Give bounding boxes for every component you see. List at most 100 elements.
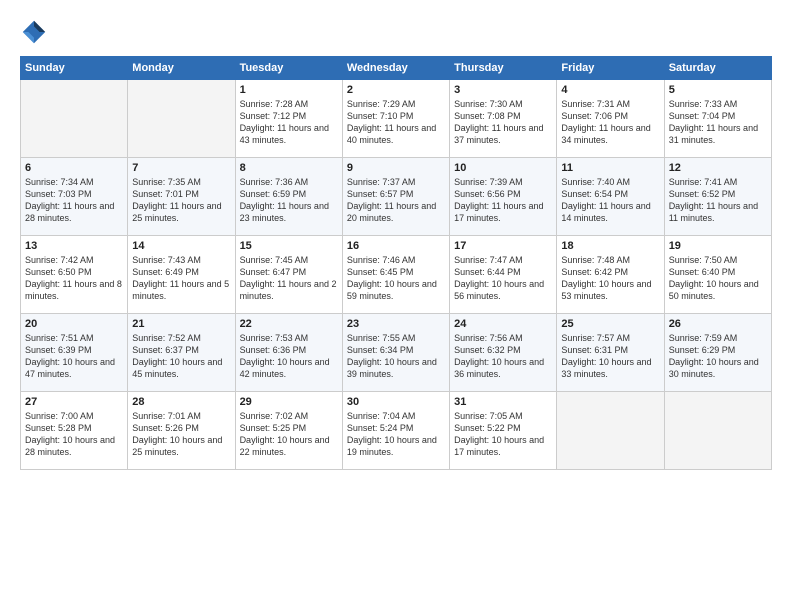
calendar-cell: 5 Sunrise: 7:33 AM Sunset: 7:04 PM Daylig…	[664, 80, 771, 158]
day-number: 29	[240, 396, 338, 408]
week-row-3: 13 Sunrise: 7:42 AM Sunset: 6:50 PM Dayli…	[21, 236, 772, 314]
calendar-cell: 28 Sunrise: 7:01 AM Sunset: 5:26 PM Dayli…	[128, 392, 235, 470]
cell-info: Sunrise: 7:28 AM Sunset: 7:12 PM Dayligh…	[240, 98, 338, 147]
calendar-cell: 3Sunrise: 7:30 AM Sunset: 7:08 PM Daylig…	[450, 80, 557, 158]
calendar-cell	[664, 392, 771, 470]
cell-info: Sunrise: 7:31 AM Sunset: 7:06 PM Dayligh…	[561, 98, 659, 147]
day-number: 16	[347, 240, 445, 252]
week-row-5: 27 Sunrise: 7:00 AM Sunset: 5:28 PM Dayli…	[21, 392, 772, 470]
day-number: 22	[240, 318, 338, 330]
calendar-cell: 1 Sunrise: 7:28 AM Sunset: 7:12 PM Daylig…	[235, 80, 342, 158]
cell-info: Sunrise: 7:02 AM Sunset: 5:25 PM Dayligh…	[240, 410, 338, 459]
day-number: 15	[240, 240, 338, 252]
day-number: 23	[347, 318, 445, 330]
cell-info: Sunrise: 7:41 AM Sunset: 6:52 PM Dayligh…	[669, 176, 767, 225]
day-number: 27	[25, 396, 123, 408]
cell-info: Sunrise: 7:43 AM Sunset: 6:49 PM Dayligh…	[132, 254, 230, 303]
cell-info: Sunrise: 7:48 AM Sunset: 6:42 PM Dayligh…	[561, 254, 659, 303]
cell-info: Sunrise: 7:04 AM Sunset: 5:24 PM Dayligh…	[347, 410, 445, 459]
calendar-cell: 14 Sunrise: 7:43 AM Sunset: 6:49 PM Dayli…	[128, 236, 235, 314]
calendar-cell: 2 Sunrise: 7:29 AM Sunset: 7:10 PM Daylig…	[342, 80, 449, 158]
calendar-cell: 24 Sunrise: 7:56 AM Sunset: 6:32 PM Dayli…	[450, 314, 557, 392]
day-number: 21	[132, 318, 230, 330]
day-number: 13	[25, 240, 123, 252]
calendar-cell: 10 Sunrise: 7:39 AM Sunset: 6:56 PM Dayli…	[450, 158, 557, 236]
calendar-cell: 4 Sunrise: 7:31 AM Sunset: 7:06 PM Daylig…	[557, 80, 664, 158]
calendar-cell	[21, 80, 128, 158]
logo	[20, 18, 52, 46]
day-number: 9	[347, 162, 445, 174]
days-header-row: SundayMondayTuesdayWednesdayThursdayFrid…	[21, 57, 772, 80]
calendar-cell: 6 Sunrise: 7:34 AM Sunset: 7:03 PM Daylig…	[21, 158, 128, 236]
week-row-4: 20Sunrise: 7:51 AM Sunset: 6:39 PM Dayli…	[21, 314, 772, 392]
day-number: 14	[132, 240, 230, 252]
cell-info: Sunrise: 7:30 AM Sunset: 7:08 PM Dayligh…	[454, 98, 552, 147]
logo-icon	[20, 18, 48, 46]
day-number: 10	[454, 162, 552, 174]
day-number: 5	[669, 84, 767, 96]
cell-info: Sunrise: 7:34 AM Sunset: 7:03 PM Dayligh…	[25, 176, 123, 225]
day-number: 25	[561, 318, 659, 330]
calendar-cell: 12Sunrise: 7:41 AM Sunset: 6:52 PM Dayli…	[664, 158, 771, 236]
day-number: 26	[669, 318, 767, 330]
page: SundayMondayTuesdayWednesdayThursdayFrid…	[0, 0, 792, 612]
calendar-cell: 9 Sunrise: 7:37 AM Sunset: 6:57 PM Daylig…	[342, 158, 449, 236]
cell-info: Sunrise: 7:35 AM Sunset: 7:01 PM Dayligh…	[132, 176, 230, 225]
day-number: 1	[240, 84, 338, 96]
cell-info: Sunrise: 7:39 AM Sunset: 6:56 PM Dayligh…	[454, 176, 552, 225]
calendar-cell: 16 Sunrise: 7:46 AM Sunset: 6:45 PM Dayli…	[342, 236, 449, 314]
week-row-2: 6 Sunrise: 7:34 AM Sunset: 7:03 PM Daylig…	[21, 158, 772, 236]
day-number: 18	[561, 240, 659, 252]
calendar-table: SundayMondayTuesdayWednesdayThursdayFrid…	[20, 56, 772, 470]
calendar-cell	[128, 80, 235, 158]
day-number: 30	[347, 396, 445, 408]
day-number: 28	[132, 396, 230, 408]
calendar-cell: 25 Sunrise: 7:57 AM Sunset: 6:31 PM Dayli…	[557, 314, 664, 392]
calendar-cell: 30 Sunrise: 7:04 AM Sunset: 5:24 PM Dayli…	[342, 392, 449, 470]
day-number: 8	[240, 162, 338, 174]
day-number: 31	[454, 396, 552, 408]
cell-info: Sunrise: 7:33 AM Sunset: 7:04 PM Dayligh…	[669, 98, 767, 147]
calendar-cell: 29 Sunrise: 7:02 AM Sunset: 5:25 PM Dayli…	[235, 392, 342, 470]
calendar-cell: 23Sunrise: 7:55 AM Sunset: 6:34 PM Dayli…	[342, 314, 449, 392]
calendar-cell: 27 Sunrise: 7:00 AM Sunset: 5:28 PM Dayli…	[21, 392, 128, 470]
cell-info: Sunrise: 7:01 AM Sunset: 5:26 PM Dayligh…	[132, 410, 230, 459]
calendar-cell: 8Sunrise: 7:36 AM Sunset: 6:59 PM Daylig…	[235, 158, 342, 236]
cell-info: Sunrise: 7:29 AM Sunset: 7:10 PM Dayligh…	[347, 98, 445, 147]
calendar-cell: 11Sunrise: 7:40 AM Sunset: 6:54 PM Dayli…	[557, 158, 664, 236]
day-number: 17	[454, 240, 552, 252]
day-number: 7	[132, 162, 230, 174]
cell-info: Sunrise: 7:57 AM Sunset: 6:31 PM Dayligh…	[561, 332, 659, 381]
cell-info: Sunrise: 7:42 AM Sunset: 6:50 PM Dayligh…	[25, 254, 123, 303]
cell-info: Sunrise: 7:37 AM Sunset: 6:57 PM Dayligh…	[347, 176, 445, 225]
week-row-1: 1 Sunrise: 7:28 AM Sunset: 7:12 PM Daylig…	[21, 80, 772, 158]
cell-info: Sunrise: 7:47 AM Sunset: 6:44 PM Dayligh…	[454, 254, 552, 303]
day-number: 6	[25, 162, 123, 174]
calendar-cell: 17 Sunrise: 7:47 AM Sunset: 6:44 PM Dayli…	[450, 236, 557, 314]
cell-info: Sunrise: 7:50 AM Sunset: 6:40 PM Dayligh…	[669, 254, 767, 303]
calendar-cell: 20Sunrise: 7:51 AM Sunset: 6:39 PM Dayli…	[21, 314, 128, 392]
calendar-cell: 22Sunrise: 7:53 AM Sunset: 6:36 PM Dayli…	[235, 314, 342, 392]
cell-info: Sunrise: 7:05 AM Sunset: 5:22 PM Dayligh…	[454, 410, 552, 459]
cell-info: Sunrise: 7:56 AM Sunset: 6:32 PM Dayligh…	[454, 332, 552, 381]
calendar-cell: 21 Sunrise: 7:52 AM Sunset: 6:37 PM Dayli…	[128, 314, 235, 392]
day-number: 2	[347, 84, 445, 96]
calendar-cell: 26Sunrise: 7:59 AM Sunset: 6:29 PM Dayli…	[664, 314, 771, 392]
day-number: 11	[561, 162, 659, 174]
day-number: 4	[561, 84, 659, 96]
cell-info: Sunrise: 7:52 AM Sunset: 6:37 PM Dayligh…	[132, 332, 230, 381]
day-header-tuesday: Tuesday	[235, 57, 342, 80]
cell-info: Sunrise: 7:00 AM Sunset: 5:28 PM Dayligh…	[25, 410, 123, 459]
cell-info: Sunrise: 7:45 AM Sunset: 6:47 PM Dayligh…	[240, 254, 338, 303]
day-number: 24	[454, 318, 552, 330]
header	[20, 18, 772, 46]
day-header-saturday: Saturday	[664, 57, 771, 80]
day-header-sunday: Sunday	[21, 57, 128, 80]
calendar-cell: 15 Sunrise: 7:45 AM Sunset: 6:47 PM Dayli…	[235, 236, 342, 314]
cell-info: Sunrise: 7:46 AM Sunset: 6:45 PM Dayligh…	[347, 254, 445, 303]
day-number: 19	[669, 240, 767, 252]
calendar-cell	[557, 392, 664, 470]
calendar-cell: 18 Sunrise: 7:48 AM Sunset: 6:42 PM Dayli…	[557, 236, 664, 314]
day-header-thursday: Thursday	[450, 57, 557, 80]
calendar-cell: 31 Sunrise: 7:05 AM Sunset: 5:22 PM Dayli…	[450, 392, 557, 470]
